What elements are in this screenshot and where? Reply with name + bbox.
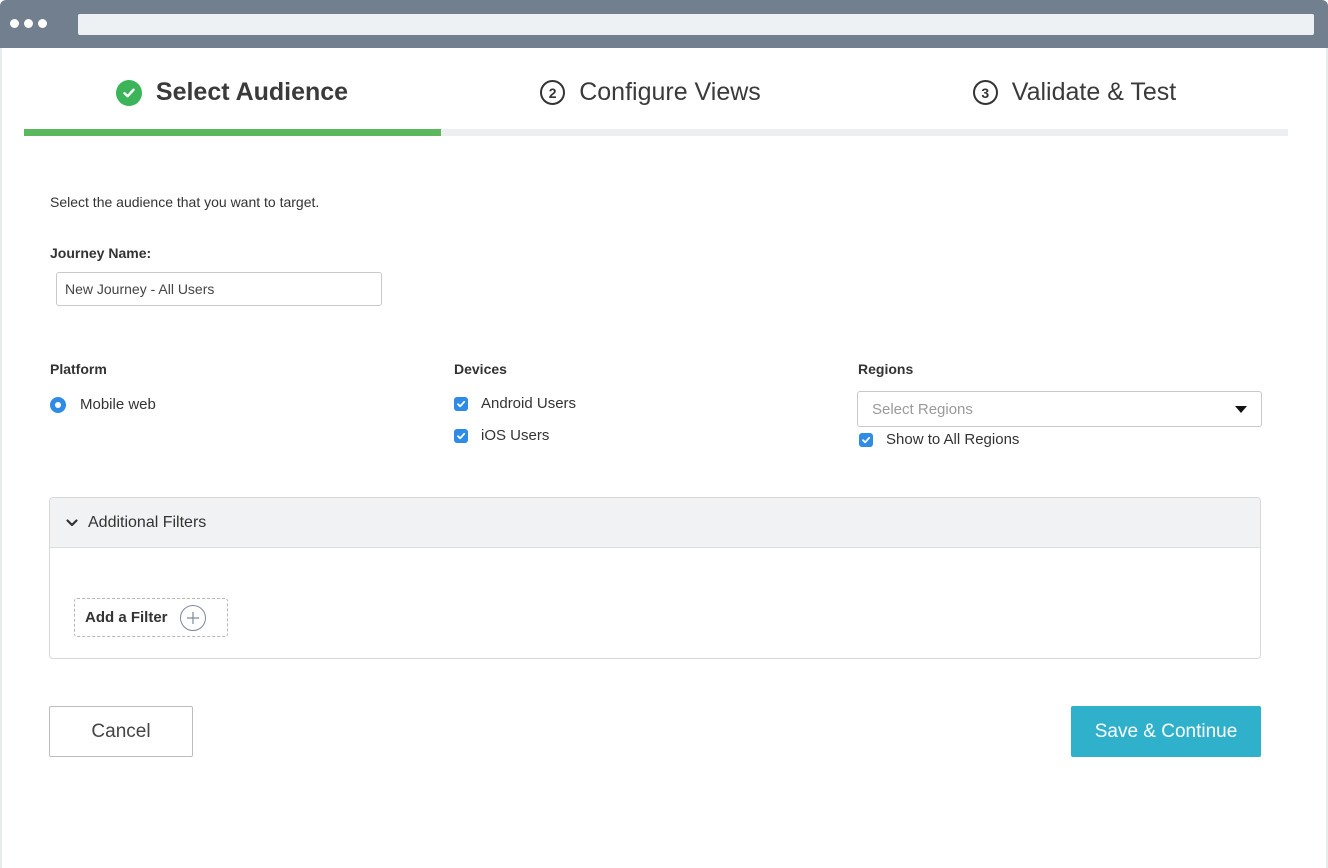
- checkbox-checked-icon[interactable]: [859, 432, 873, 447]
- window-dot: [38, 19, 47, 28]
- radio-selected-icon[interactable]: [50, 396, 66, 413]
- option-label: Show to All Regions: [886, 431, 1020, 448]
- window-dots: [10, 19, 47, 28]
- step-progress-bar: [24, 129, 441, 136]
- device-option-android[interactable]: Android Users: [454, 395, 576, 412]
- devices-label: Devices: [454, 361, 507, 377]
- save-continue-button[interactable]: Save & Continue: [1071, 706, 1261, 757]
- step-label: Configure Views: [579, 78, 761, 106]
- checkbox-checked-icon[interactable]: [454, 428, 468, 443]
- step-number-icon: 3: [972, 80, 998, 105]
- platform-option-mobile-web[interactable]: Mobile web: [50, 396, 156, 413]
- step-number-icon: 2: [540, 80, 566, 105]
- regions-select[interactable]: Select Regions: [857, 391, 1262, 427]
- additional-filters-panel: Additional Filters Add a Filter: [49, 497, 1261, 659]
- frame-border: [0, 48, 2, 868]
- window-dot: [10, 19, 19, 28]
- option-label: Mobile web: [80, 396, 156, 413]
- regions-placeholder: Select Regions: [872, 400, 973, 418]
- add-filter-button[interactable]: Add a Filter: [74, 598, 228, 637]
- step-label: Validate & Test: [1011, 78, 1177, 106]
- journey-name-input[interactable]: [56, 272, 382, 306]
- additional-filters-header[interactable]: Additional Filters: [50, 498, 1260, 548]
- regions-label: Regions: [858, 361, 914, 377]
- check-circle-icon: [115, 79, 142, 106]
- platform-label: Platform: [50, 361, 107, 377]
- step-label: Select Audience: [155, 78, 349, 106]
- show-all-regions-option[interactable]: Show to All Regions: [859, 431, 1019, 448]
- device-option-ios[interactable]: iOS Users: [454, 427, 549, 444]
- checkbox-checked-icon[interactable]: [454, 396, 468, 411]
- address-bar[interactable]: [78, 14, 1314, 35]
- browser-chrome: [0, 0, 1328, 48]
- window-dot: [24, 19, 33, 28]
- step-configure-views[interactable]: 2 Configure Views: [440, 48, 861, 137]
- caret-down-icon: [1235, 405, 1247, 413]
- chevron-down-icon: [66, 518, 78, 527]
- intro-text: Select the audience that you want to tar…: [50, 194, 320, 210]
- add-filter-label: Add a Filter: [85, 609, 168, 626]
- journey-name-label: Journey Name:: [50, 245, 152, 261]
- cancel-button[interactable]: Cancel: [49, 706, 193, 757]
- step-validate-test[interactable]: 3 Validate & Test: [861, 48, 1288, 137]
- wizard-steps: Select Audience 2 Configure Views 3 Vali…: [24, 48, 1288, 137]
- option-label: iOS Users: [481, 427, 550, 444]
- plus-icon: [179, 604, 206, 631]
- option-label: Android Users: [481, 395, 577, 412]
- step-select-audience[interactable]: Select Audience: [24, 48, 440, 137]
- additional-filters-title: Additional Filters: [88, 513, 207, 531]
